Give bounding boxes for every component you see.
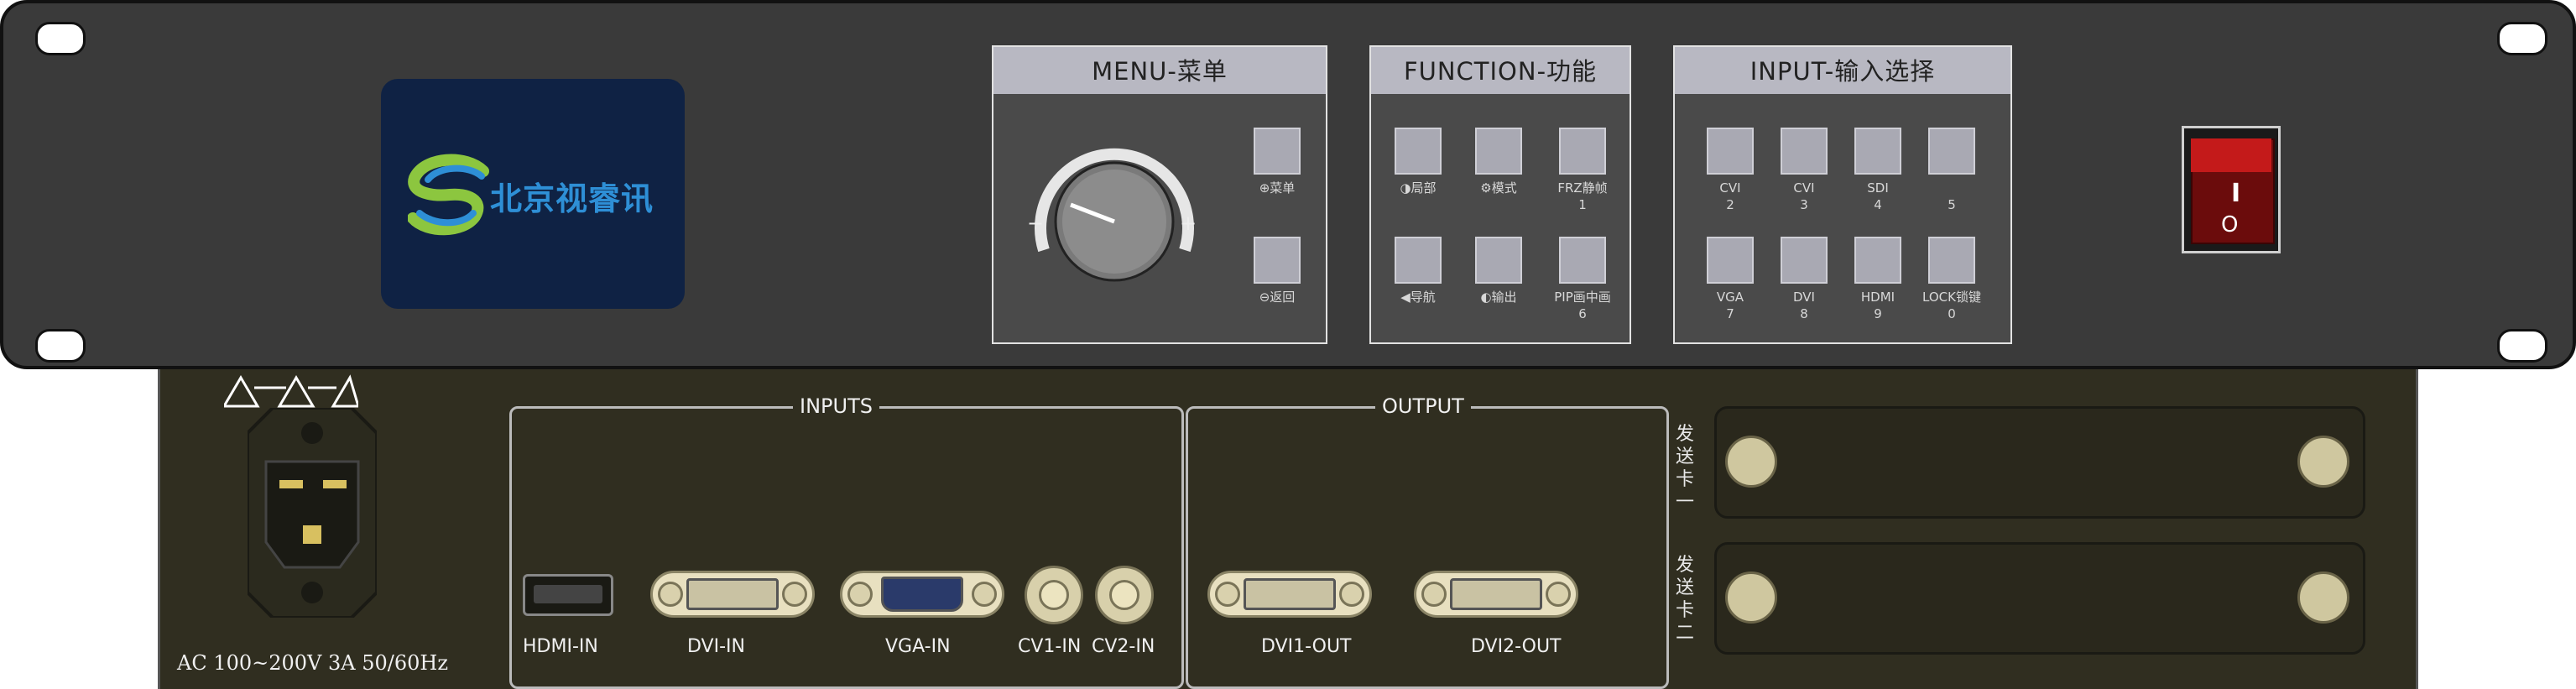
rack-ear-hole	[2497, 22, 2547, 55]
navigate-key[interactable]	[1395, 237, 1442, 284]
brand-logo-panel: 北京视睿讯	[381, 79, 685, 309]
input-group-title: INPUT-输入选择	[1675, 47, 2010, 94]
rack-ear-hole	[35, 22, 86, 55]
input-key-vga-7[interactable]	[1707, 237, 1754, 284]
partial-key-label: ◑局部	[1400, 180, 1437, 196]
rack-ear-hole	[2497, 329, 2547, 363]
dvi-in-port[interactable]	[650, 571, 815, 618]
hdmi-in-port[interactable]	[523, 574, 613, 616]
input-key-cvi-2[interactable]	[1707, 128, 1754, 175]
pip-key-label: PIP画中画	[1554, 290, 1611, 305]
output-key-label: ◐输出	[1480, 290, 1517, 305]
dvi-in-label: DVI-IN	[687, 636, 745, 657]
inputs-title: INPUTS	[793, 394, 879, 418]
input-group: INPUT-输入选择 CVI 2 CVI 3 SDI 4 5 VGA 7 DVI…	[1673, 45, 2012, 344]
menu-key[interactable]	[1254, 128, 1301, 175]
inputs-section	[509, 406, 1184, 689]
freeze-key-number: 1	[1578, 197, 1587, 212]
input-key-lock-0[interactable]	[1928, 237, 1975, 284]
cv1-in-port[interactable]	[1025, 566, 1083, 624]
output-section	[1186, 406, 1669, 689]
menu-key-label: ⊕菜单	[1259, 180, 1296, 196]
thumb-screw[interactable]	[2297, 572, 2349, 624]
card-slot-2-label: 发 送 卡 二	[1675, 555, 1694, 644]
warning-icons	[224, 374, 358, 408]
knob-minus-label: −	[1027, 211, 1045, 235]
pip-key[interactable]	[1559, 237, 1606, 284]
dvi2-out-label: DVI2-OUT	[1471, 636, 1562, 657]
mode-key[interactable]	[1475, 128, 1522, 175]
input-key-sdi-4[interactable]	[1854, 128, 1901, 175]
menu-group: MENU-菜单 − + ⊕菜单 ⊖返回	[992, 45, 1327, 344]
dvi1-out-label: DVI1-OUT	[1261, 636, 1352, 657]
rack-ear-hole	[35, 329, 86, 363]
rear-panel: AC 100~200V 3A 50/60Hz INPUTS HDMI-IN DV…	[158, 369, 2418, 689]
function-group: FUNCTION-功能 ◑局部 ⚙模式 FRZ静帧 1 ◀导航 ◐输出 PIP画…	[1369, 45, 1631, 344]
input-key-hdmi-9[interactable]	[1854, 237, 1901, 284]
card-slot-2	[1714, 542, 2365, 655]
input-key-label: SDI	[1867, 180, 1889, 196]
brand-name: 北京视睿讯	[490, 180, 654, 217]
menu-group-title: MENU-菜单	[993, 47, 1326, 94]
input-key-dvi-8[interactable]	[1781, 237, 1828, 284]
power-on-mark: I	[2231, 179, 2241, 208]
knob-plus-label: +	[1180, 211, 1197, 235]
cv1-in-label: CV1-IN	[1018, 636, 1082, 657]
pip-key-number: 6	[1578, 306, 1587, 321]
output-title: OUTPUT	[1375, 394, 1471, 418]
input-key-number: 5	[1948, 197, 1956, 212]
function-group-title: FUNCTION-功能	[1371, 47, 1630, 94]
dvi1-out-port[interactable]	[1207, 571, 1372, 618]
dvi2-out-port[interactable]	[1414, 571, 1578, 618]
input-key-number: 0	[1948, 306, 1956, 321]
thumb-screw[interactable]	[2297, 436, 2349, 488]
hdmi-in-label: HDMI-IN	[523, 636, 598, 657]
freeze-key-label: FRZ静帧	[1557, 180, 1608, 196]
freeze-key[interactable]	[1559, 128, 1606, 175]
power-spec-label: AC 100~200V 3A 50/60Hz	[177, 651, 448, 675]
cv2-in-port[interactable]	[1095, 566, 1154, 624]
back-key-label: ⊖返回	[1259, 290, 1296, 305]
navigate-key-label: ◀导航	[1400, 290, 1436, 305]
input-key-cvi-3[interactable]	[1781, 128, 1828, 175]
mode-key-label: ⚙模式	[1480, 180, 1517, 196]
thumb-screw[interactable]	[1725, 572, 1777, 624]
input-key-label: LOCK锁键	[1922, 290, 1981, 305]
power-off-mark: O	[2221, 212, 2239, 237]
vga-in-port[interactable]	[840, 571, 1004, 618]
brand-logo-icon	[408, 154, 489, 236]
power-rocker-top	[2191, 138, 2271, 172]
back-key[interactable]	[1254, 237, 1301, 284]
card-slot-1-label: 发 送 卡 一	[1675, 424, 1694, 513]
vga-in-label: VGA-IN	[885, 636, 951, 657]
card-slot-1	[1714, 406, 2365, 519]
output-key[interactable]	[1475, 237, 1522, 284]
cv2-in-label: CV2-IN	[1092, 636, 1155, 657]
input-key-5[interactable]	[1928, 128, 1975, 175]
thumb-screw[interactable]	[1725, 436, 1777, 488]
partial-key[interactable]	[1395, 128, 1442, 175]
power-switch[interactable]: I O	[2182, 126, 2281, 253]
power-inlet	[248, 408, 377, 618]
